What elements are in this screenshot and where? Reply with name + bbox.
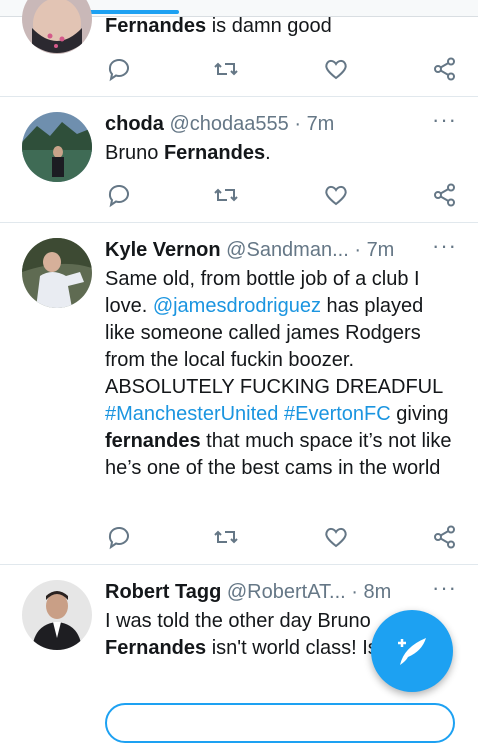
tweet-text-segment: giving bbox=[390, 403, 449, 425]
separator-dot: · bbox=[354, 239, 361, 261]
tweet-card[interactable]: Kyle Vernon @Sandman... · 7m ··· Same ol… bbox=[0, 222, 478, 565]
bold-keyword: fernandes bbox=[105, 430, 201, 452]
tweet-text: Same old, from bottle job of a club I lo… bbox=[105, 266, 455, 482]
bold-keyword: Fernandes bbox=[105, 637, 207, 659]
compose-tweet-button[interactable] bbox=[371, 610, 453, 692]
reply-icon[interactable] bbox=[105, 182, 133, 210]
outlined-button[interactable] bbox=[105, 703, 455, 743]
more-options-icon[interactable]: ··· bbox=[432, 235, 456, 264]
share-icon[interactable] bbox=[432, 56, 460, 84]
hashtag-link[interactable]: #EvertonFC bbox=[284, 403, 391, 425]
more-options-icon[interactable]: ··· bbox=[432, 577, 456, 606]
separator-dot: · bbox=[351, 581, 358, 603]
author-name[interactable]: Robert Tagg bbox=[105, 581, 221, 603]
author-handle[interactable]: @chodaa555 bbox=[169, 113, 288, 135]
tweet-header: Kyle Vernon @Sandman... · 7m bbox=[105, 236, 394, 264]
tweet-text: Fernandes is damn good bbox=[105, 13, 455, 40]
tweet-text-segment: I was told the other day Bruno bbox=[105, 610, 371, 632]
tweet-header: Robert Tagg @RobertAT... · 8m bbox=[105, 578, 391, 606]
author-handle[interactable]: @RobertAT... bbox=[227, 581, 346, 603]
tweet-card[interactable]: Fernandes is damn good bbox=[0, 0, 478, 97]
like-icon[interactable] bbox=[323, 182, 351, 210]
tweet-header: choda @chodaa555 · 7m bbox=[105, 110, 334, 138]
tweet-text: Bruno Fernandes. bbox=[105, 140, 455, 167]
tweet-text-segment: is damn good bbox=[206, 15, 332, 37]
reply-icon[interactable] bbox=[105, 524, 133, 552]
tweet-card[interactable]: choda @chodaa555 · 7m ··· Bruno Fernande… bbox=[0, 96, 478, 223]
retweet-icon[interactable] bbox=[213, 524, 241, 552]
more-options-icon[interactable]: ··· bbox=[432, 109, 456, 138]
separator-dot: · bbox=[294, 113, 301, 135]
avatar[interactable] bbox=[22, 112, 92, 182]
tweet-text-segment: . bbox=[265, 142, 271, 164]
retweet-icon[interactable] bbox=[213, 56, 241, 84]
like-icon[interactable] bbox=[323, 56, 351, 84]
tweet-time[interactable]: 8m bbox=[364, 581, 392, 603]
tweet-time[interactable]: 7m bbox=[367, 239, 395, 261]
author-name[interactable]: Kyle Vernon bbox=[105, 239, 221, 261]
mention-link[interactable]: @jamesdrodriguez bbox=[153, 295, 321, 317]
tweet-text-segment: Bruno bbox=[105, 142, 164, 164]
share-icon[interactable] bbox=[432, 524, 460, 552]
share-icon[interactable] bbox=[432, 182, 460, 210]
bold-keyword: Fernandes bbox=[163, 142, 266, 164]
like-icon[interactable] bbox=[323, 524, 351, 552]
avatar[interactable] bbox=[22, 0, 92, 54]
avatar[interactable] bbox=[22, 580, 92, 650]
tweet-actions bbox=[105, 524, 460, 552]
tweet-time[interactable]: 7m bbox=[307, 113, 335, 135]
compose-tweet-icon bbox=[398, 638, 426, 665]
reply-icon[interactable] bbox=[105, 56, 133, 84]
tweet-actions bbox=[105, 182, 460, 210]
bold-keyword: Fernandes bbox=[105, 15, 207, 37]
author-handle[interactable]: @Sandman... bbox=[226, 239, 349, 261]
author-name[interactable]: choda bbox=[105, 113, 164, 135]
retweet-icon[interactable] bbox=[213, 182, 241, 210]
avatar[interactable] bbox=[22, 238, 92, 308]
hashtag-link[interactable]: #ManchesterUnited bbox=[105, 403, 278, 425]
tweet-actions bbox=[105, 56, 460, 84]
